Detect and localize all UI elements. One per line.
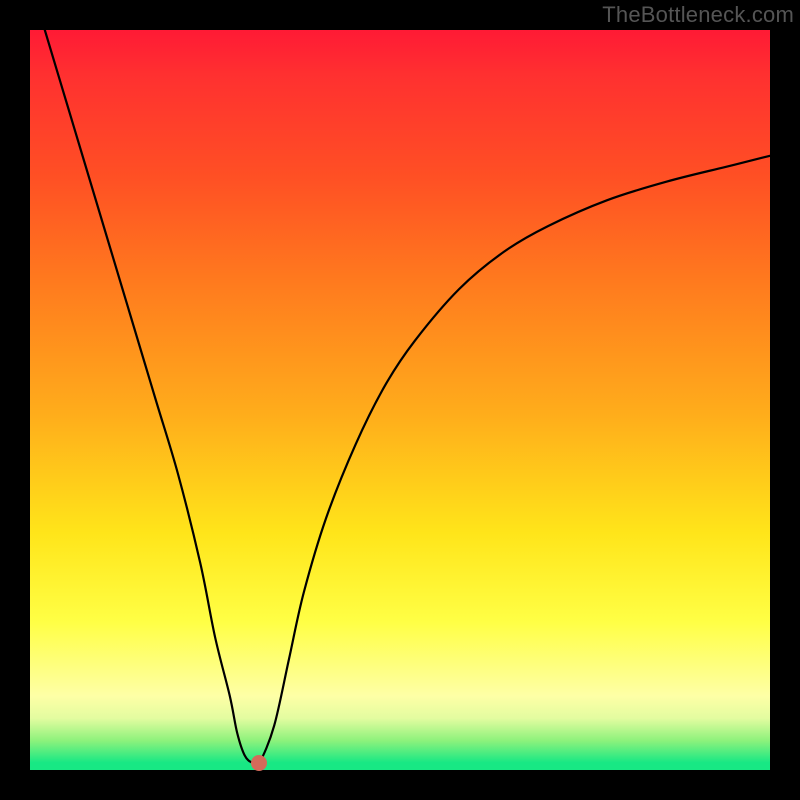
optimal-point-marker — [251, 755, 267, 771]
chart-frame: TheBottleneck.com — [0, 0, 800, 800]
bottleneck-curve — [30, 30, 770, 770]
watermark-text: TheBottleneck.com — [602, 2, 794, 28]
plot-area — [30, 30, 770, 770]
